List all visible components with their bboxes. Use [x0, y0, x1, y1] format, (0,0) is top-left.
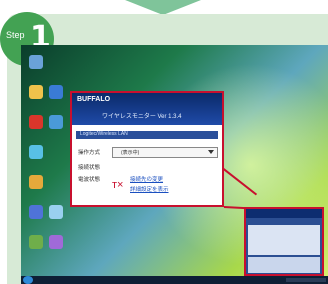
- system-tray[interactable]: [286, 278, 326, 282]
- globe-icon[interactable]: [49, 115, 63, 129]
- mode-select[interactable]: (表示中): [112, 147, 218, 158]
- show-details-link[interactable]: 詳細設定を表示: [130, 185, 169, 193]
- no-signal-icon: ᴛ×: [112, 179, 124, 191]
- app-icon[interactable]: [49, 235, 63, 249]
- dialog-title: ワイヤレスモニター Ver 1.3.4: [102, 114, 182, 120]
- app-icon[interactable]: [29, 175, 43, 189]
- dialog-status-bar: Logitec/Wireless LAN: [76, 131, 218, 139]
- app-icon[interactable]: [29, 235, 43, 249]
- step-label: Step: [6, 30, 25, 40]
- dialog-header: BUFFALO ワイヤレスモニター Ver 1.3.4: [72, 93, 222, 125]
- mini-footer: [248, 257, 320, 273]
- pdf-icon[interactable]: [29, 115, 43, 129]
- mini-header: [246, 209, 322, 218]
- network-icon[interactable]: [49, 85, 63, 99]
- start-button[interactable]: [23, 276, 33, 284]
- app-icon[interactable]: [29, 205, 43, 219]
- taskbar: [21, 276, 328, 284]
- chevron-down-icon: [208, 150, 214, 154]
- app-icon[interactable]: [29, 145, 43, 159]
- down-arrow-icon: [125, 0, 201, 15]
- mode-label: 操作方式: [78, 150, 101, 156]
- app-icon[interactable]: [49, 205, 63, 219]
- folder-icon[interactable]: [29, 85, 43, 99]
- zoomed-dialog: BUFFALO ワイヤレスモニター Ver 1.3.4 Logitec/Wire…: [70, 91, 224, 207]
- change-connection-link[interactable]: 接続先の変更: [130, 175, 163, 183]
- computer-icon[interactable]: [29, 55, 43, 69]
- tray-dialog-thumbnail[interactable]: [244, 207, 324, 276]
- status-label: 接続状態: [78, 165, 101, 171]
- brand-logo: BUFFALO: [77, 96, 111, 103]
- signal-label: 電波状態: [78, 177, 101, 183]
- mode-value: (表示中): [121, 150, 140, 156]
- screenshot-stage: Step 1 BUFFALO ワイヤレスモニター Ver 1.3.4 Logit…: [0, 0, 328, 284]
- mini-body: [248, 225, 320, 255]
- status-bar-text: Logitec/Wireless LAN: [80, 131, 128, 137]
